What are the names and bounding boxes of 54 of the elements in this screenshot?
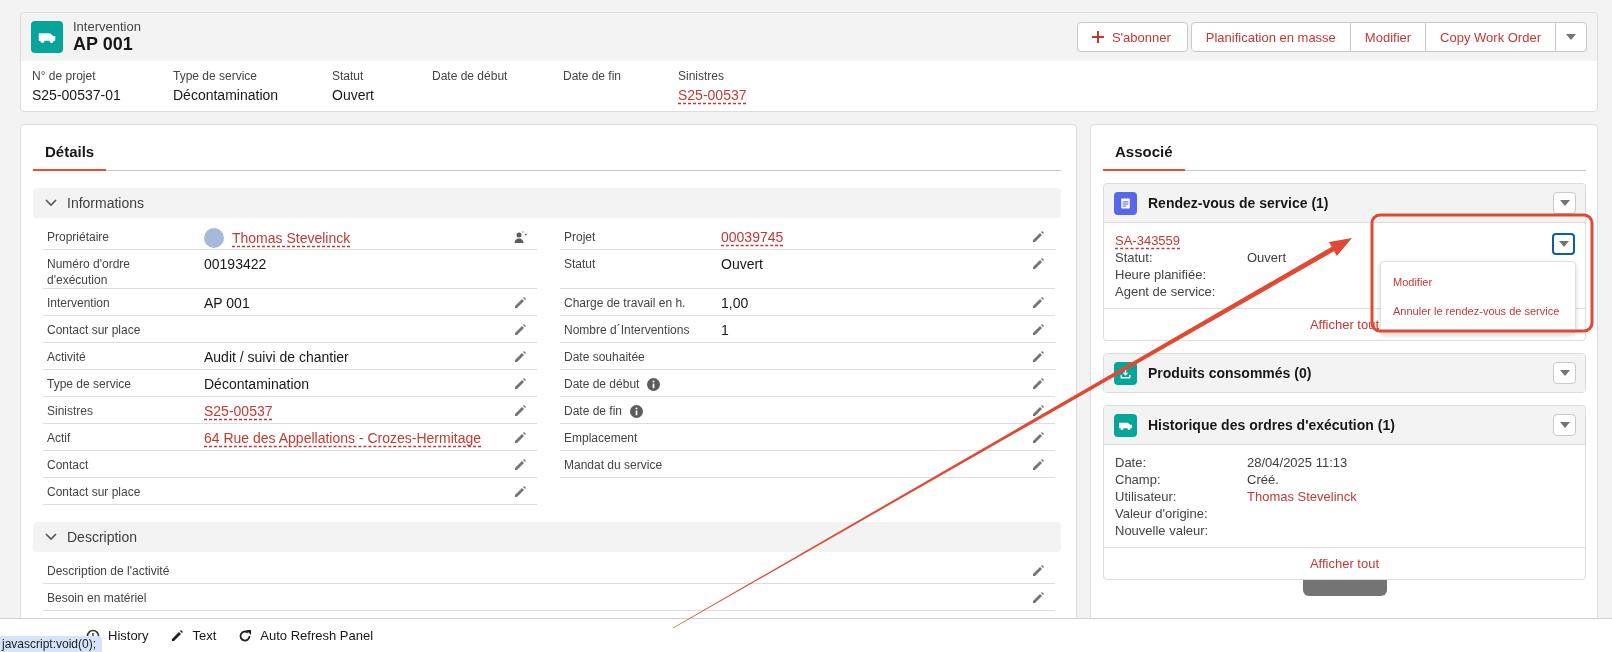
field-value: 00193422 bbox=[204, 255, 267, 273]
field-label: Besoin en matériel bbox=[47, 590, 147, 606]
field-label: Contact sur place bbox=[47, 484, 141, 500]
field-label: Heure planifiée: bbox=[1115, 267, 1208, 283]
field-value: AP 001 bbox=[204, 294, 250, 312]
field-label: Sinistres bbox=[47, 403, 93, 419]
field-label: Type de service bbox=[173, 69, 259, 84]
field-label: Contact sur place bbox=[47, 322, 141, 338]
field-label: Agent de service: bbox=[1115, 284, 1217, 300]
field-value: Ouvert bbox=[332, 87, 375, 105]
field-label: Date de début bbox=[564, 376, 640, 392]
field-label: Statut bbox=[332, 69, 365, 84]
field-value: 1,00 bbox=[721, 294, 749, 312]
status-tooltip: javascript:void(0); bbox=[0, 636, 103, 652]
field-label: Description de l'activité bbox=[47, 563, 170, 579]
field-value: 1 bbox=[721, 321, 729, 339]
field-label: Champ: bbox=[1115, 472, 1162, 488]
card-title: Produits consommés (0) bbox=[1148, 365, 1313, 381]
field-value: Décontamination bbox=[173, 87, 280, 105]
field-value: 28/04/2025 11:13 bbox=[1247, 455, 1349, 471]
field-value: Audit / suivi de chantier bbox=[204, 348, 349, 366]
field-label: Date de fin bbox=[564, 403, 623, 419]
field-value: Ouvert bbox=[721, 255, 763, 273]
field-label: Mandat du service bbox=[564, 457, 663, 473]
field-value: Ouvert bbox=[1247, 250, 1287, 266]
field-value: Créé. bbox=[1247, 472, 1280, 488]
field-label: Nouvelle valeur: bbox=[1115, 523, 1210, 539]
field-label: Numéro d'ordre d'exécution bbox=[47, 256, 131, 288]
card-title: Historique des ordres d'exécution (1) bbox=[1148, 417, 1396, 433]
field-label: Emplacement bbox=[564, 430, 638, 446]
field-value: S25-00537-01 bbox=[32, 87, 122, 105]
field-label: N° de projet bbox=[32, 69, 97, 84]
field-label: Date de début bbox=[432, 69, 509, 84]
field-label: Date de fin bbox=[563, 69, 623, 84]
field-label: Charge de travail en h. bbox=[564, 295, 686, 311]
field-label: Projet bbox=[564, 229, 596, 245]
object-type: Intervention bbox=[73, 19, 142, 34]
field-label: Statut bbox=[564, 256, 596, 272]
field-label: Date souhaitée bbox=[564, 349, 645, 365]
field-label: Propriétaire bbox=[47, 229, 110, 245]
field-label: Activité bbox=[47, 349, 86, 365]
field-label: Date: bbox=[1115, 455, 1148, 471]
field-label: Contact bbox=[47, 457, 89, 473]
field-value: Décontamination bbox=[204, 375, 310, 393]
card-title: Rendez-vous de service (1) bbox=[1148, 195, 1330, 211]
field-label: Utilisateur: bbox=[1115, 489, 1178, 505]
field-label: Sinistres bbox=[678, 69, 725, 84]
record-title: AP 001 bbox=[73, 34, 134, 55]
field-label: Type de service bbox=[47, 376, 132, 392]
field-label: Valeur d'origine: bbox=[1115, 506, 1209, 522]
field-label: Actif bbox=[47, 430, 71, 446]
field-label: Intervention bbox=[47, 295, 110, 311]
field-label: Statut: bbox=[1115, 250, 1154, 266]
field-label: Nombre d´Interventions bbox=[564, 322, 690, 338]
